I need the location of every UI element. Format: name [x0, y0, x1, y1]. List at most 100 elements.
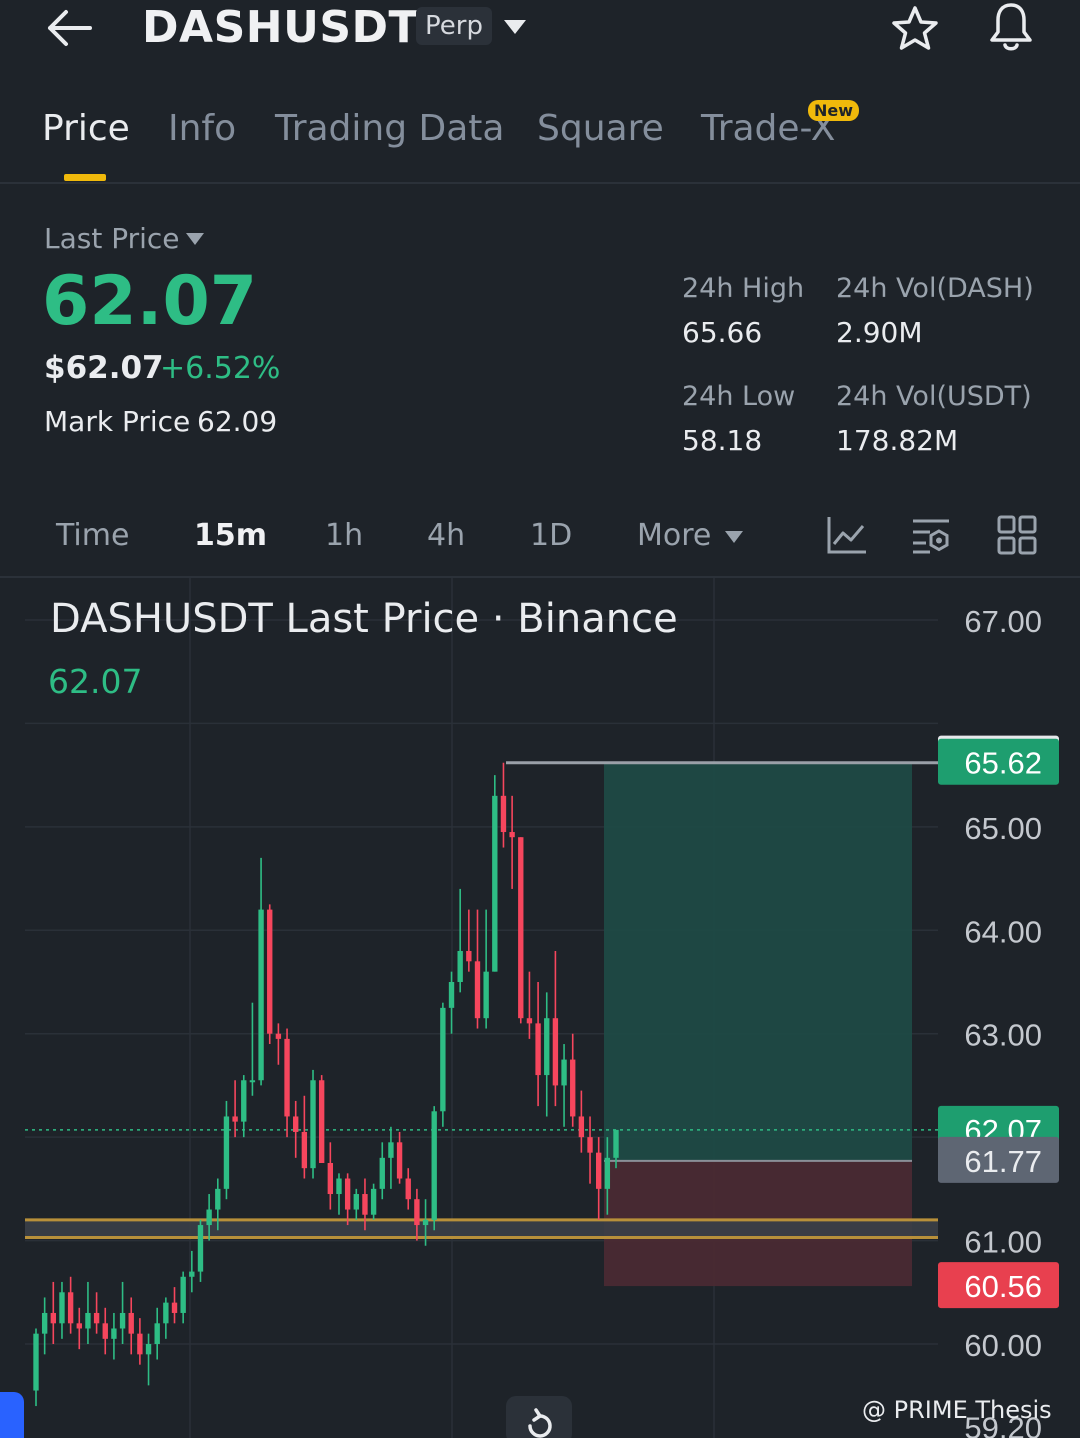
high-24h-label: 24h High — [682, 273, 805, 304]
candle-body — [344, 1178, 351, 1210]
low-24h-value: 58.18 — [682, 424, 763, 457]
candle-body — [379, 1157, 385, 1189]
candle-body — [535, 1023, 541, 1076]
candle-body — [405, 1178, 411, 1200]
candle-body — [587, 1137, 593, 1153]
chevron-down-icon[interactable] — [724, 530, 744, 544]
chart-settings-icon[interactable] — [910, 514, 952, 556]
candle-body — [604, 1157, 611, 1189]
profit-zone — [604, 762, 912, 1161]
interval-4h[interactable]: 4h — [427, 518, 465, 553]
candle-body — [440, 1007, 446, 1112]
interval-time[interactable]: Time — [56, 518, 129, 553]
price-chart[interactable]: 67.0065.0064.0063.0061.0060.0059.2065.65… — [0, 578, 1080, 1438]
chart-title: DASHUSDT Last Price · Binance — [50, 596, 678, 642]
y-axis-tick-label: 63.00 — [964, 1018, 1042, 1053]
y-axis-tick-label: 67.00 — [964, 604, 1042, 639]
y-axis-tick-label: 65.00 — [964, 811, 1042, 846]
candle-body — [223, 1116, 230, 1189]
candle-body — [111, 1328, 117, 1339]
candlestick-chart-svg[interactable]: 67.0065.0064.0063.0061.0060.0059.2065.65… — [0, 578, 1080, 1438]
candle-body — [336, 1178, 342, 1195]
star-icon[interactable] — [890, 4, 940, 54]
candle-body — [318, 1080, 325, 1163]
candle-body — [163, 1302, 169, 1324]
candle-body — [215, 1188, 221, 1210]
usd-price: $62.07 — [44, 350, 164, 386]
vol-base-label: 24h Vol(DASH) — [836, 273, 1034, 304]
back-arrow-icon[interactable] — [44, 8, 96, 48]
vol-quote-label: 24h Vol(USDT) — [836, 381, 1032, 412]
candle-body — [249, 1080, 256, 1083]
candle-body — [128, 1312, 134, 1334]
candle-body — [526, 1018, 533, 1024]
candle-body — [362, 1194, 368, 1215]
candle-body — [180, 1276, 186, 1313]
candle-body — [422, 1219, 429, 1226]
candle-body — [284, 1038, 290, 1117]
drawer-handle[interactable] — [0, 1392, 24, 1438]
candle-body — [275, 1033, 282, 1039]
candle-body — [67, 1292, 74, 1324]
candle-body — [353, 1194, 359, 1210]
mark-price-value: 62.09 — [197, 405, 278, 438]
price-tag-label: 61.77 — [964, 1144, 1042, 1179]
candle-body — [414, 1199, 420, 1226]
candle-body — [544, 1018, 550, 1076]
support-band — [25, 1219, 938, 1238]
tab-info[interactable]: Info — [168, 108, 236, 149]
layout-grid-icon[interactable] — [996, 514, 1038, 556]
mark-price-label: Mark Price — [44, 405, 191, 438]
candle-body — [241, 1080, 247, 1122]
reset-chart-button[interactable] — [506, 1396, 572, 1438]
candle-body — [258, 909, 264, 1081]
chevron-down-icon[interactable] — [185, 232, 205, 246]
contract-type-badge: Perp — [416, 7, 492, 45]
candle-body — [310, 1080, 316, 1169]
candle-body — [154, 1323, 160, 1344]
candle-body — [396, 1142, 403, 1179]
refresh-icon — [528, 1408, 552, 1438]
candle-body — [483, 971, 489, 1019]
vol-base-value: 2.90M — [836, 316, 923, 349]
interval-1h[interactable]: 1h — [325, 518, 363, 553]
candle-body — [50, 1312, 56, 1324]
price-tag-label: 60.56 — [964, 1269, 1042, 1304]
candle-body — [431, 1111, 437, 1220]
interval-1d[interactable]: 1D — [530, 518, 572, 553]
candle-body — [492, 795, 498, 972]
candle-body — [388, 1142, 394, 1158]
tab-price[interactable]: Price — [42, 108, 130, 149]
bell-icon[interactable] — [986, 0, 1036, 54]
candle-body — [327, 1163, 334, 1195]
candle-body — [33, 1333, 39, 1391]
candle-body — [197, 1225, 204, 1272]
indicator-chart-icon[interactable] — [826, 514, 868, 556]
tab-square[interactable]: Square — [537, 108, 664, 149]
chevron-down-icon[interactable] — [502, 18, 528, 36]
candle-body — [119, 1312, 126, 1329]
symbol-title[interactable]: DASHUSDT — [142, 2, 419, 53]
top-bar: DASHUSDT Perp — [0, 0, 1080, 70]
candle-body — [59, 1292, 65, 1324]
interval-15m[interactable]: 15m — [194, 518, 267, 553]
high-24h-value: 65.66 — [682, 316, 763, 349]
candle-body — [232, 1116, 238, 1122]
candle-body — [578, 1116, 585, 1138]
candle-body — [171, 1302, 178, 1313]
price-tag-label: 65.62 — [964, 746, 1042, 781]
main-tabs: Price Info Trading Data Square Trade-X — [0, 100, 1080, 184]
candle-body — [466, 950, 472, 962]
interval-bar: Time 15m 1h 4h 1D More — [0, 508, 1080, 574]
candle-body — [500, 795, 507, 833]
candle-body — [596, 1152, 602, 1189]
interval-more[interactable]: More — [637, 518, 711, 553]
candle-body — [85, 1312, 91, 1329]
candle-body — [102, 1323, 108, 1339]
tab-trading-data[interactable]: Trading Data — [275, 108, 504, 149]
last-price-label[interactable]: Last Price — [44, 222, 180, 255]
low-24h-label: 24h Low — [682, 381, 796, 412]
candle-body — [301, 1131, 308, 1169]
candle-body — [145, 1344, 152, 1355]
candle-body — [518, 837, 524, 1019]
